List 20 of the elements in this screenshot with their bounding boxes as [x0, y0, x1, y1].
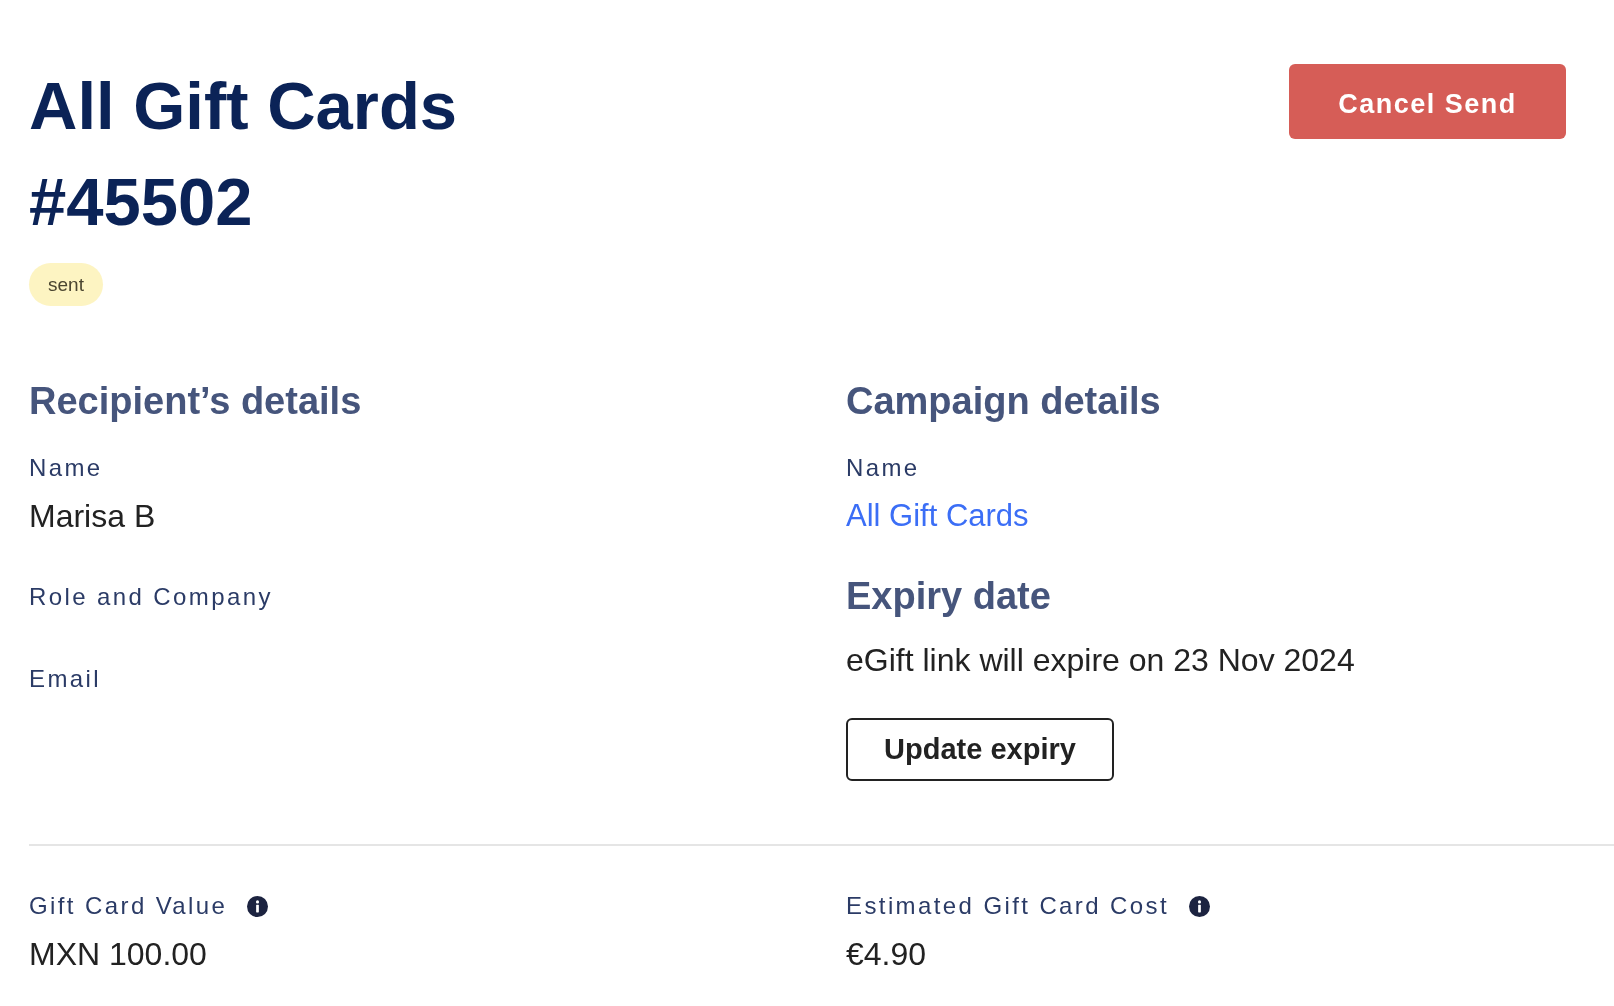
- field-label: Name: [846, 453, 920, 483]
- field-label: Gift Card Value: [29, 891, 228, 921]
- field-value: MXN 100.00: [29, 935, 207, 974]
- page-title: All Gift Cards #45502: [29, 67, 459, 241]
- field-value: €4.90: [846, 935, 927, 974]
- cancel-send-button[interactable]: Cancel Send: [1289, 64, 1566, 139]
- info-icon[interactable]: [1189, 895, 1211, 917]
- campaign-link[interactable]: All Gift Cards: [846, 496, 1029, 536]
- section-heading: Campaign details: [846, 379, 1161, 423]
- status-badge: sent: [29, 263, 103, 306]
- field-label: Name: [29, 453, 103, 483]
- field-label: Role and Company: [29, 582, 273, 612]
- update-expiry-button[interactable]: Update expiry: [846, 718, 1114, 781]
- field-label: Email: [29, 664, 101, 694]
- field-value: Marisa B: [29, 497, 156, 536]
- info-icon[interactable]: [247, 895, 269, 917]
- section-heading: Recipient’s details: [29, 379, 362, 423]
- field-label: Estimated Gift Card Cost: [846, 891, 1170, 921]
- expiry-text: eGift link will expire on 23 Nov 2024: [846, 641, 1355, 680]
- subsection-heading: Expiry date: [846, 574, 1051, 618]
